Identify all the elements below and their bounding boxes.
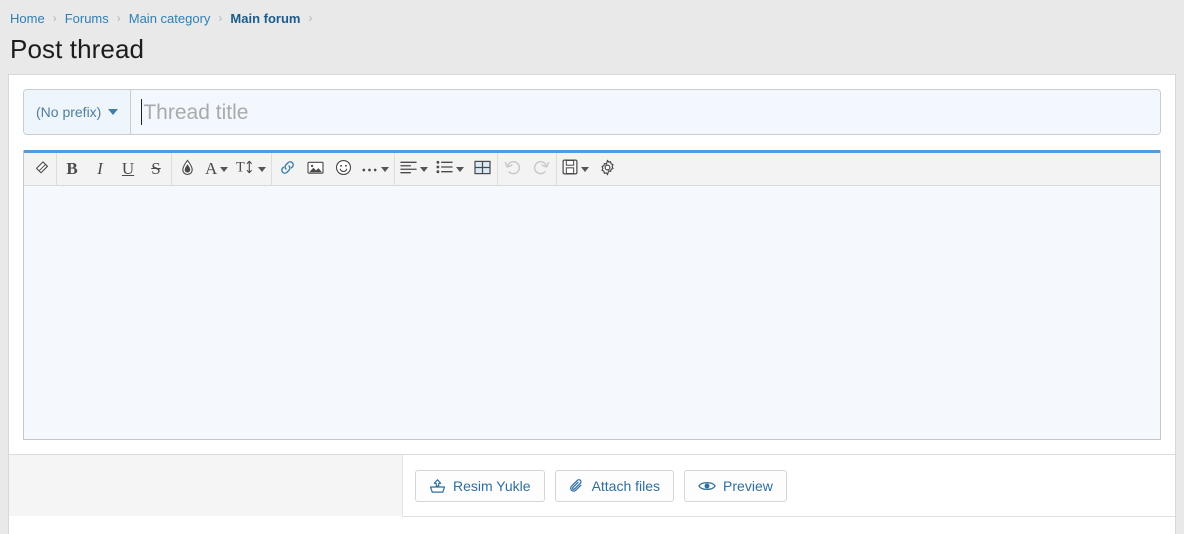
attachment-actions-row: Resim Yukle Attach files Preview xyxy=(9,454,1175,516)
post-thread-form: (No prefix) Thread title B I U S A T xyxy=(9,75,1175,454)
font-color-icon: A xyxy=(205,159,218,178)
preview-button[interactable]: Preview xyxy=(684,469,787,502)
post-thread-card: (No prefix) Thread title B I U S A T Res… xyxy=(8,74,1176,534)
redo-button[interactable] xyxy=(527,154,555,185)
toolbar-group-insert xyxy=(272,152,396,186)
underline-button[interactable]: U xyxy=(114,154,142,185)
toolbar-group-color-font: A T xyxy=(172,152,273,186)
breadcrumb-separator-icon: › xyxy=(308,11,313,25)
prefix-select[interactable]: (No prefix) xyxy=(24,90,132,134)
align-left-icon xyxy=(400,160,417,178)
italic-button[interactable]: I xyxy=(86,154,114,185)
drafts-button[interactable] xyxy=(558,154,593,185)
chevron-down-icon xyxy=(108,109,119,115)
list-button[interactable] xyxy=(432,154,468,185)
breadcrumb-separator-icon: › xyxy=(52,11,57,25)
chevron-down-icon xyxy=(258,166,267,172)
text-cursor xyxy=(141,99,143,125)
insert-link-button[interactable] xyxy=(273,154,301,185)
insert-smilie-button[interactable] xyxy=(329,154,357,185)
bottom-divider xyxy=(402,516,1175,517)
eraser-icon xyxy=(33,159,50,180)
insert-table-button[interactable] xyxy=(468,154,496,185)
gear-icon xyxy=(599,159,616,180)
more-options-button[interactable] xyxy=(357,154,393,185)
chevron-down-icon xyxy=(420,166,429,172)
chevron-down-icon xyxy=(220,166,229,172)
text-highlight-button[interactable] xyxy=(173,154,201,185)
insert-image-button[interactable] xyxy=(301,154,329,185)
image-icon xyxy=(307,160,324,179)
toolbar-group-text-style: B I U S xyxy=(57,152,172,186)
preview-label: Preview xyxy=(723,477,773,494)
strikethrough-button[interactable]: S xyxy=(142,154,170,185)
underline-icon: U xyxy=(121,159,135,178)
attach-files-label: Attach files xyxy=(591,477,661,494)
toolbar-group-formatting-remove xyxy=(26,152,57,186)
undo-button[interactable] xyxy=(499,154,527,185)
smiley-icon xyxy=(335,159,352,180)
ellipsis-icon xyxy=(361,161,378,178)
text-align-button[interactable] xyxy=(396,154,432,185)
chevron-down-icon xyxy=(581,166,590,172)
attach-files-button[interactable]: Attach files xyxy=(554,469,675,502)
editor-settings-button[interactable] xyxy=(593,154,621,185)
undo-icon xyxy=(504,159,522,179)
floppy-disk-icon xyxy=(562,159,578,179)
strikethrough-icon: S xyxy=(151,159,161,178)
rich-text-editor: B I U S A T xyxy=(23,150,1161,440)
breadcrumb-item-home[interactable]: Home xyxy=(10,11,45,26)
ink-drop-icon xyxy=(180,159,195,180)
form-row-content-column: Resim Yukle Attach files Preview xyxy=(402,455,1175,516)
upload-icon xyxy=(429,478,446,494)
breadcrumb-separator-icon: › xyxy=(218,11,223,25)
italic-icon: I xyxy=(97,159,103,178)
thread-title-input[interactable]: Thread title xyxy=(131,90,1160,134)
svg-text:T: T xyxy=(236,160,245,175)
chevron-down-icon xyxy=(456,166,465,172)
thread-title-placeholder: Thread title xyxy=(143,100,249,124)
link-icon xyxy=(279,159,296,180)
page-header: Home › Forums › Main category › Main for… xyxy=(0,0,1184,74)
breadcrumb: Home › Forums › Main category › Main for… xyxy=(8,0,1176,36)
breadcrumb-item-main-category[interactable]: Main category xyxy=(129,11,211,26)
breadcrumb-item-main-forum[interactable]: Main forum xyxy=(230,11,300,26)
upload-image-label: Resim Yukle xyxy=(453,477,531,494)
eye-icon xyxy=(698,479,716,493)
bullet-list-icon xyxy=(436,160,453,178)
upload-image-button[interactable]: Resim Yukle xyxy=(415,469,545,502)
font-size-icon: T xyxy=(236,159,255,179)
prefix-select-label: (No prefix) xyxy=(36,104,102,120)
toolbar-group-drafts-settings xyxy=(557,153,622,186)
breadcrumb-separator-icon: › xyxy=(116,11,121,25)
form-row-label-column xyxy=(9,455,402,516)
bold-icon: B xyxy=(66,159,78,178)
paperclip-icon xyxy=(569,478,585,494)
redo-icon xyxy=(532,159,550,179)
breadcrumb-item-forums[interactable]: Forums xyxy=(65,11,109,26)
page-title: Post thread xyxy=(10,34,145,64)
editor-content-area[interactable] xyxy=(24,186,1160,439)
text-color-button[interactable]: A xyxy=(201,154,232,185)
thread-title-row: (No prefix) Thread title xyxy=(23,89,1161,135)
toolbar-group-block xyxy=(395,152,499,186)
bold-button[interactable]: B xyxy=(58,154,86,185)
chevron-down-icon xyxy=(381,166,390,172)
toolbar-group-history xyxy=(498,152,558,186)
remove-formatting-button[interactable] xyxy=(27,154,55,185)
table-icon xyxy=(474,160,491,179)
editor-toolbar: B I U S A T xyxy=(24,152,1160,186)
font-size-button[interactable]: T xyxy=(232,154,270,185)
